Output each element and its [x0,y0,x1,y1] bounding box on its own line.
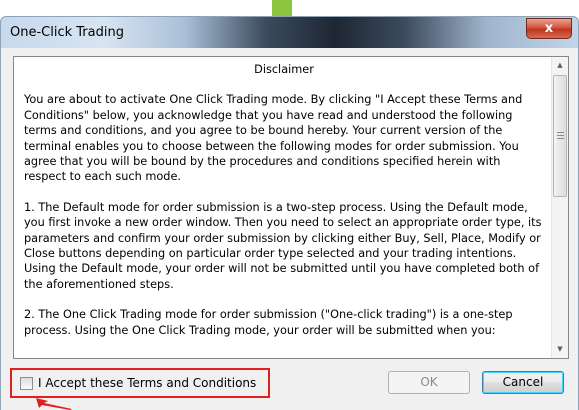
window-title: One-Click Trading [10,25,124,40]
thumb-grip-icon [557,132,564,139]
scroll-up-arrow-icon[interactable]: ▲ [552,57,568,74]
title-bar: One-Click Trading x [0,16,579,48]
disclaimer-heading: Disclaimer [254,63,314,76]
close-icon: x [544,21,554,36]
dialog-body: Disclaimer You are about to activate One… [0,48,579,410]
accept-terms-checkbox[interactable] [20,377,33,390]
disclaimer-paragraph: 2. The One Click Trading mode for order … [24,308,513,337]
close-button[interactable]: x [526,18,572,39]
disclaimer-textbox[interactable]: Disclaimer You are about to activate One… [13,56,569,359]
red-arrow-icon [36,398,72,410]
disclaimer-content: Disclaimer You are about to activate One… [24,62,544,353]
disclaimer-paragraph: You are about to activate One Click Trad… [24,93,523,184]
scroll-down-arrow-icon[interactable]: ▼ [552,341,568,358]
scroll-thumb[interactable] [553,75,567,197]
ok-button[interactable]: OK [388,371,470,394]
accept-terms-highlight: I Accept these Terms and Conditions [10,368,270,398]
cancel-button[interactable]: Cancel [482,371,564,394]
vertical-scrollbar[interactable]: ▲ ▼ [551,57,568,358]
accept-terms-label[interactable]: I Accept these Terms and Conditions [38,376,256,390]
disclaimer-paragraph: 1. The Default mode for order submission… [24,200,542,291]
